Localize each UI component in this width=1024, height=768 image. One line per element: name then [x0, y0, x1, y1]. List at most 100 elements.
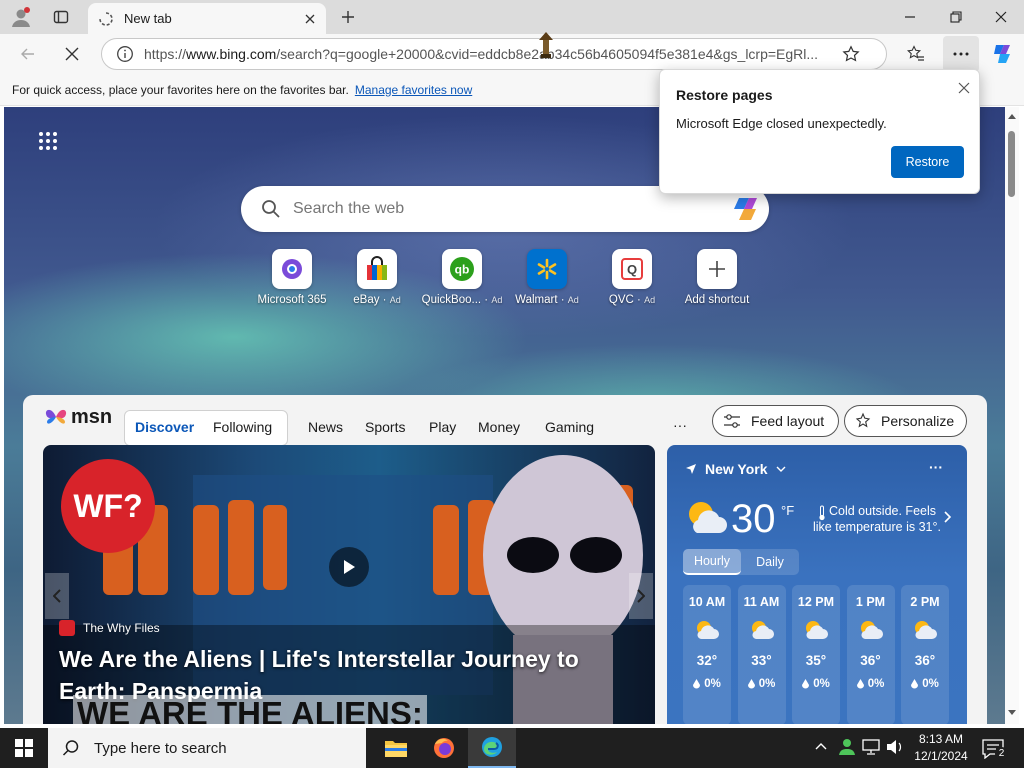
- tray-people-icon[interactable]: [838, 738, 856, 756]
- restore-window-button[interactable]: [933, 0, 979, 34]
- quick-link-walmart[interactable]: Walmart · Ad: [505, 249, 589, 306]
- tab-discover[interactable]: Discover: [135, 419, 194, 435]
- address-bar[interactable]: https://www.bing.com/search?q=google+200…: [101, 38, 887, 70]
- forecast-temp: 35°: [805, 653, 827, 668]
- manage-favorites-link[interactable]: Manage favorites now: [355, 83, 472, 97]
- folder-icon: [385, 741, 407, 757]
- url-text[interactable]: https://www.bing.com/search?q=google+200…: [144, 46, 834, 62]
- forecast-precip: 0%: [747, 678, 775, 690]
- taskbar-firefox[interactable]: [420, 728, 468, 768]
- minimize-button[interactable]: [887, 0, 933, 34]
- add-shortcut-button[interactable]: Add shortcut: [675, 249, 759, 306]
- info-icon[interactable]: [116, 45, 134, 63]
- tab-close-button[interactable]: [298, 7, 322, 31]
- tray-volume-icon[interactable]: [886, 739, 904, 755]
- chevron-right-icon: [637, 589, 645, 603]
- dialog-close-button[interactable]: [954, 78, 974, 98]
- quick-link-label: Walmart: [515, 294, 558, 306]
- favorite-star-icon[interactable]: [842, 45, 860, 63]
- tab-title: New tab: [124, 11, 172, 26]
- sliders-icon: [724, 414, 740, 428]
- ad-label: Ad: [389, 295, 401, 305]
- weather-more-button[interactable]: ···: [929, 459, 943, 475]
- tab-actions-button[interactable]: [46, 2, 76, 32]
- taskbar-search-placeholder: Type here to search: [94, 739, 227, 757]
- weather-card[interactable]: New York ··· 30 °F Cold outside. Feels l…: [667, 445, 967, 724]
- close-icon: [958, 82, 970, 94]
- article-source: The Why Files: [59, 620, 160, 636]
- play-icon: [344, 560, 355, 574]
- hourly-forecast-item[interactable]: 1 PM 36° 0%: [846, 585, 895, 724]
- plus-icon: [709, 261, 725, 277]
- carousel-next-button[interactable]: [629, 573, 653, 619]
- firefox-icon: [434, 738, 454, 758]
- quick-link-quickbooks[interactable]: qb QuickBoo... · Ad: [420, 249, 504, 306]
- hourly-forecast-item[interactable]: 10 AM 32° 0%: [683, 585, 731, 724]
- tab-new-tab[interactable]: New tab: [88, 3, 326, 34]
- location-arrow-icon: [686, 464, 696, 474]
- quick-link-label: eBay: [353, 294, 380, 306]
- minimize-icon: [905, 16, 915, 18]
- taskbar-edge[interactable]: [468, 728, 516, 768]
- scrollbar-thumb[interactable]: [1008, 131, 1015, 197]
- start-button[interactable]: [0, 728, 48, 768]
- page-scrollbar[interactable]: [1005, 107, 1019, 724]
- hourly-forecast-item[interactable]: 11 AM 33° 0%: [737, 585, 786, 724]
- hourly-forecast-item[interactable]: 12 PM 35° 0%: [792, 585, 840, 724]
- quick-link-label: Add shortcut: [684, 294, 750, 306]
- clock[interactable]: 8:13 AM 12/1/2024: [910, 731, 972, 765]
- copilot-button[interactable]: [987, 39, 1017, 69]
- stop-loading-button[interactable]: [57, 39, 87, 69]
- chevron-right-icon[interactable]: [944, 511, 952, 523]
- quick-link-microsoft365[interactable]: Microsoft 365: [250, 249, 334, 306]
- settings-menu-button[interactable]: [943, 36, 979, 72]
- nav-money[interactable]: Money: [478, 419, 520, 435]
- forecast-temp: 33°: [751, 653, 772, 668]
- msn-logo[interactable]: msn: [43, 405, 112, 429]
- taskbar-file-explorer[interactable]: [372, 728, 420, 768]
- restore-button[interactable]: Restore: [891, 146, 964, 178]
- back-button[interactable]: [13, 39, 43, 69]
- loading-icon: [99, 11, 113, 26]
- nav-sports[interactable]: Sports: [365, 419, 405, 435]
- nav-gaming[interactable]: Gaming: [545, 419, 594, 435]
- tray-network-icon[interactable]: [862, 739, 880, 755]
- hourly-forecast-item[interactable]: 2 PM 36° 0%: [901, 585, 949, 724]
- feed-layout-label: Feed layout: [751, 413, 825, 429]
- ad-label: Ad: [567, 295, 579, 305]
- carousel-prev-button[interactable]: [45, 573, 69, 619]
- app-launcher-icon[interactable]: [38, 131, 58, 151]
- raindrop-icon: [856, 679, 864, 689]
- edge-icon: [482, 737, 502, 757]
- taskbar-search-box[interactable]: Type here to search: [48, 728, 366, 768]
- profile-button[interactable]: [6, 2, 36, 32]
- play-button[interactable]: [329, 547, 369, 587]
- forecast-temp: 36°: [914, 653, 936, 668]
- close-window-button[interactable]: [978, 0, 1024, 34]
- hero-article-card[interactable]: WF? The Why Files We Are the Aliens | Li…: [43, 445, 655, 724]
- copilot-icon[interactable]: [731, 194, 761, 224]
- tray-overflow-button[interactable]: [814, 740, 828, 754]
- tab-daily[interactable]: Daily: [741, 549, 799, 575]
- favorites-button[interactable]: [901, 39, 931, 69]
- volume-icon: [887, 740, 902, 754]
- quick-link-label: QuickBoo...: [421, 294, 482, 306]
- personalize-button[interactable]: Personalize: [844, 405, 967, 437]
- quick-link-ebay[interactable]: eBay · Ad: [335, 249, 419, 306]
- feed-layout-button[interactable]: Feed layout: [712, 405, 839, 437]
- raindrop-icon: [693, 679, 701, 689]
- favorites-list-icon: [907, 45, 924, 61]
- new-tab-button[interactable]: [333, 2, 363, 32]
- tab-hourly[interactable]: Hourly: [683, 549, 741, 575]
- back-arrow-icon: [21, 48, 34, 60]
- chevron-left-icon: [53, 589, 61, 603]
- current-temperature: 30: [731, 497, 776, 541]
- nav-play[interactable]: Play: [429, 419, 456, 435]
- notification-center-button[interactable]: 2: [982, 739, 1008, 760]
- tab-actions-icon: [53, 10, 69, 24]
- nav-more-button[interactable]: ···: [673, 417, 687, 433]
- nav-news[interactable]: News: [308, 419, 343, 435]
- weather-location[interactable]: New York: [685, 461, 786, 477]
- tab-following[interactable]: Following: [213, 419, 272, 435]
- quick-link-qvc[interactable]: Q QVC · Ad: [590, 249, 674, 306]
